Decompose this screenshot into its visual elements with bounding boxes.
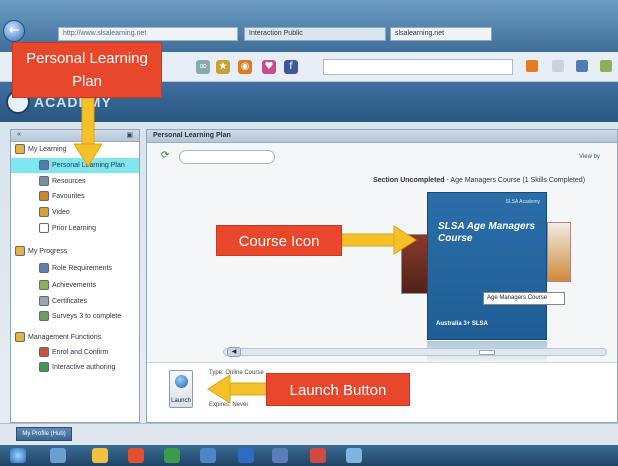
navigation-panel: « ▣ My Learning Personal Learning Plan Res… <box>10 129 140 423</box>
chrome-taskbar-icon[interactable] <box>200 448 216 463</box>
carousel-scrollbar[interactable] <box>223 348 607 356</box>
folder-icon <box>15 144 25 155</box>
sidebar-item-label: Prior Learning <box>52 225 96 232</box>
certificates-icon <box>39 296 49 307</box>
authoring-icon <box>39 362 49 373</box>
scroll-left-icon[interactable]: ◀ <box>227 347 241 357</box>
sidebar-item-label: My Learning <box>28 146 67 153</box>
achievements-icon <box>39 280 49 291</box>
panel-options-icon[interactable]: ▣ <box>126 131 133 139</box>
explorer-taskbar-icon[interactable] <box>92 448 108 463</box>
callout-course-icon: Course Icon <box>216 225 342 256</box>
start-icon[interactable] <box>10 448 26 463</box>
collapse-icon[interactable]: « <box>17 131 21 138</box>
section-status: Section Uncompleted - Age Managers Cours… <box>373 177 585 184</box>
course-icon[interactable]: SLSA Academy SLSA Age Managers Course Au… <box>427 192 547 340</box>
browser-tab-2[interactable]: slsalearning.net <box>390 27 492 41</box>
tools-icon[interactable] <box>600 60 612 72</box>
sidebar-item-label: Achievements <box>52 282 96 289</box>
sidebar-item[interactable]: Interactive authoring <box>11 360 139 375</box>
word-taskbar-icon[interactable] <box>272 448 288 463</box>
excel-taskbar-icon[interactable] <box>164 448 180 463</box>
launch-icon <box>175 375 188 388</box>
survey-icon <box>39 311 49 322</box>
sidebar-item[interactable]: Management Functions <box>11 330 139 345</box>
powerpoint-taskbar-icon[interactable] <box>310 448 326 463</box>
sidebar-item[interactable]: Certificates <box>11 294 139 309</box>
status-button[interactable]: My Profile (Hub) <box>16 427 72 441</box>
sidebar-item[interactable]: Surveys 3 to complete <box>11 309 139 324</box>
sidebar-item-label: Role Requirements <box>52 265 112 272</box>
section-status-detail: - Age Managers Course (1 Skills Complete… <box>444 177 586 184</box>
star-icon[interactable]: ★ <box>216 60 230 74</box>
plan-icon <box>39 160 49 171</box>
folder-taskbar-icon[interactable] <box>346 448 362 463</box>
status-bar <box>0 423 618 445</box>
sidebar-item-label: Enrol and Confirm <box>52 349 109 356</box>
section-status-label: Section Uncompleted <box>373 177 445 184</box>
sidebar-item-label: Personal Learning Plan <box>52 162 125 169</box>
course-title: SLSA Age Managers Course <box>438 221 536 244</box>
sidebar-item[interactable]: Prior Learning <box>11 221 139 236</box>
course-expires: Expires: Never <box>209 402 249 408</box>
sidebar-item[interactable]: My Learning <box>11 142 139 157</box>
callout-launch-button: Launch Button <box>266 373 410 406</box>
media-taskbar-icon[interactable] <box>128 448 144 463</box>
feed-icon[interactable] <box>526 60 538 72</box>
facebook-icon[interactable]: f <box>284 60 298 74</box>
prior-icon <box>39 223 49 234</box>
course-tooltip: Age Managers Course <box>483 292 565 305</box>
role-icon <box>39 263 49 274</box>
sidebar-item-label: Video <box>52 209 70 216</box>
browser-tab-1[interactable]: Interaction Public <box>244 27 386 41</box>
course-brand: SLSA Academy <box>505 199 540 205</box>
link-icon[interactable]: ∞ <box>196 60 210 74</box>
sidebar-item[interactable]: Personal Learning Plan <box>11 158 139 173</box>
print-icon[interactable] <box>576 60 588 72</box>
course-thumbnail-left[interactable] <box>401 234 429 294</box>
back-arrow-icon: ← <box>9 23 20 38</box>
favourites-icon <box>39 191 49 202</box>
launch-label: Launch <box>171 398 191 404</box>
scroll-thumb[interactable] <box>479 350 495 355</box>
refresh-icon[interactable]: ⟳ <box>161 150 169 161</box>
sidebar-item[interactable]: Enrol and Confirm <box>11 345 139 360</box>
home-icon[interactable] <box>552 60 564 72</box>
sidebar-item[interactable]: Favourites <box>11 189 139 204</box>
sidebar-item-label: Interactive authoring <box>52 364 116 371</box>
sidebar-item-label: Resources <box>52 178 86 185</box>
sidebar-item[interactable]: Achievements <box>11 278 139 293</box>
navigation-panel-header: « ▣ <box>11 130 139 142</box>
video-icon <box>39 207 49 218</box>
toolbar-search-input[interactable] <box>323 59 513 75</box>
sidebar-item[interactable]: Role Requirements <box>11 261 139 276</box>
sidebar-item-label: Certificates <box>52 298 88 305</box>
outlook-taskbar-icon[interactable] <box>238 448 254 463</box>
sidebar-item-label: Favourites <box>52 193 85 200</box>
rss-icon[interactable]: ◉ <box>238 60 252 74</box>
ie-taskbar-icon[interactable] <box>50 448 66 463</box>
share-icon[interactable]: ♥ <box>262 60 276 74</box>
course-footer: Australia 3+ SLSA <box>436 321 488 327</box>
view-by-label[interactable]: View by <box>579 154 600 160</box>
address-bar[interactable]: http://www.slsalearning.net <box>58 27 238 41</box>
sidebar-item[interactable]: Video <box>11 205 139 220</box>
course-thumbnail-right[interactable] <box>547 222 571 282</box>
enrol-icon <box>39 347 49 358</box>
sidebar-item[interactable]: My Progress <box>11 244 139 259</box>
callout-personal-learning-plan: Personal Learning Plan <box>12 42 162 98</box>
sidebar-item-label: Surveys 3 to complete <box>52 313 122 320</box>
launch-button[interactable]: Launch <box>169 370 193 408</box>
course-type: Type: Online Course <box>209 370 264 376</box>
resources-icon <box>39 176 49 187</box>
panel-title: Personal Learning Plan <box>147 130 617 143</box>
course-search-input[interactable] <box>179 150 275 164</box>
sidebar-item-label: Management Functions <box>28 334 102 341</box>
back-button[interactable]: ← <box>3 20 25 42</box>
folder-icon <box>15 332 25 343</box>
folder-icon <box>15 246 25 257</box>
sidebar-item-label: My Progress <box>28 248 68 255</box>
sidebar-item[interactable]: Resources <box>11 174 139 189</box>
